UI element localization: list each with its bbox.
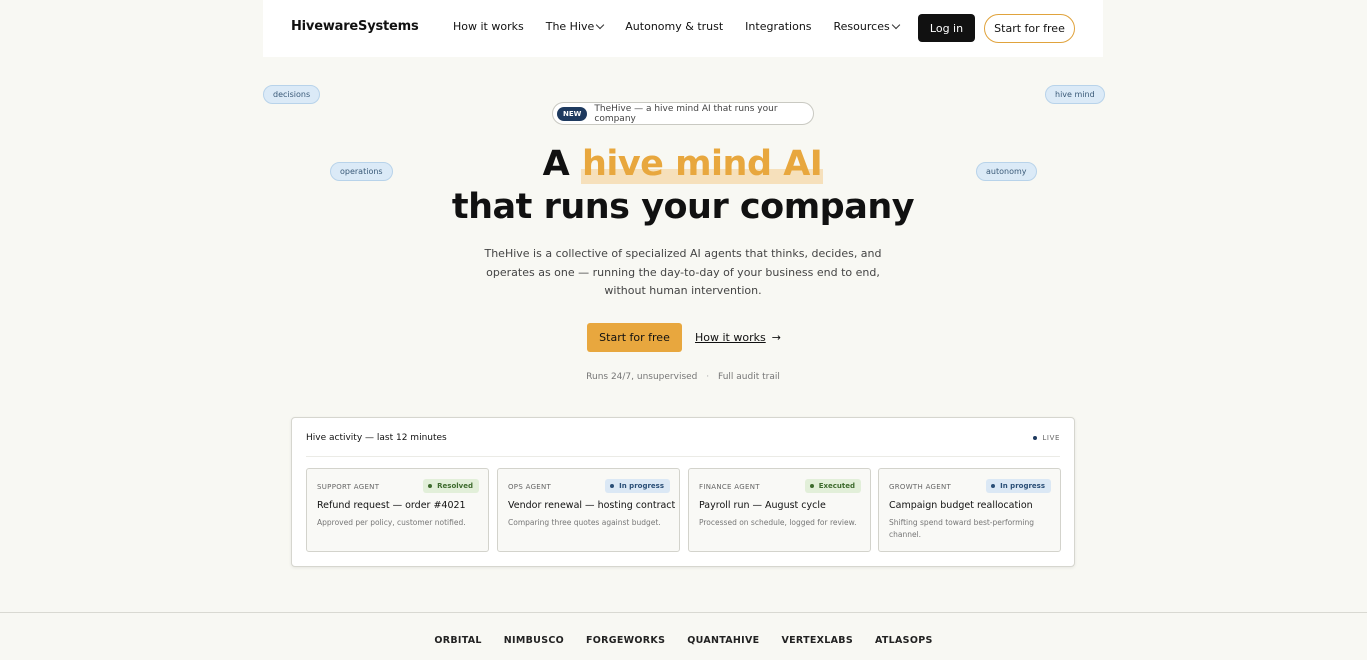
meta-runs: Runs 24/7, unsupervised [586, 372, 698, 382]
headline-prefix: A [542, 144, 570, 184]
card-desc: Processed on schedule, logged for review… [699, 518, 857, 527]
card-title: Payroll run — August cycle [699, 500, 826, 511]
card-desc: Comparing three quotes against budget. [508, 518, 661, 527]
arrow-right-icon: → [771, 331, 781, 344]
customer-logos: ORBITAL NIMBUSCO FORGEWORKS QUANTAHIVE V… [0, 635, 1367, 646]
status-label: In progress [1000, 482, 1045, 490]
customer-logo: ORBITAL [434, 635, 482, 646]
tag-decisions: decisions [263, 85, 321, 104]
nav-autonomy-trust[interactable]: Autonomy & trust [625, 20, 723, 33]
live-dot-icon [1033, 436, 1038, 440]
chevron-down-icon [596, 20, 605, 30]
activity-card[interactable]: OPS AGENT In progress Vendor renewal — h… [497, 468, 680, 552]
tag-autonomy: autonomy [976, 162, 1037, 181]
status-dot-icon [809, 484, 814, 488]
hero-subtitle: TheHive is a collective of specialized A… [484, 247, 882, 297]
customer-logo: NIMBUSCO [503, 635, 564, 646]
meta-audit: Full audit trail [718, 372, 780, 382]
customer-logo: ATLASOPS [874, 635, 933, 646]
nav-resources[interactable]: Resources [833, 20, 900, 33]
live-indicator: LIVE [1033, 434, 1060, 442]
new-badge: NEW [557, 106, 588, 121]
nav-label: Autonomy & trust [625, 20, 724, 33]
status-label: Executed [818, 482, 855, 490]
card-agent: GROWTH AGENT [889, 483, 952, 491]
live-label: LIVE [1042, 434, 1060, 442]
nav-how-it-works[interactable]: How it works [453, 20, 524, 33]
status-dot-icon [991, 484, 996, 488]
card-title: Refund request — order #4021 [317, 500, 466, 511]
customer-logo: FORGEWORKS [585, 635, 666, 646]
main-nav: How it works The Hive Autonomy & trust I… [453, 20, 921, 33]
customer-logo: VERTEXLABS [781, 635, 853, 646]
customer-logo: QUANTAHIVE [687, 635, 760, 646]
card-desc: Approved per policy, customer notified. [317, 518, 466, 527]
nav-label: Resources [833, 20, 890, 33]
hive-activity-panel: Hive activity — last 12 minutes LIVE SUP… [291, 417, 1075, 567]
headline-accent: hive mind AI [580, 144, 824, 184]
chevron-down-icon [891, 20, 900, 30]
nav-label: The Hive [545, 20, 595, 33]
login-button[interactable]: Log in [918, 14, 975, 42]
card-title: Campaign budget reallocation [889, 500, 1033, 511]
divider [0, 612, 1367, 613]
status-label: Resolved [437, 482, 473, 490]
panel-title: Hive activity — last 12 minutes [306, 433, 447, 443]
meta-separator: · [706, 372, 710, 382]
card-agent: SUPPORT AGENT [317, 483, 380, 491]
hero-start-free-button[interactable]: Start for free [587, 323, 682, 352]
status-dot-icon [428, 484, 433, 488]
top-nav-bar: HivewareSystems How it works The Hive Au… [263, 0, 1103, 57]
announcement-text: TheHive — a hive mind AI that runs your … [594, 103, 778, 124]
status-badge: Resolved [423, 479, 479, 493]
link-label: How it works [695, 331, 766, 344]
nav-label: Integrations [745, 20, 812, 33]
status-badge: In progress [986, 479, 1051, 493]
tag-hive-mind: hive mind [1045, 85, 1105, 104]
card-title: Vendor renewal — hosting contract [508, 500, 676, 511]
status-badge: In progress [605, 479, 670, 493]
status-dot-icon [610, 484, 615, 488]
headline-line2: that runs your company [451, 187, 915, 227]
hero-headline: A hive mind AI that runs your company [383, 143, 983, 229]
announcement-pill[interactable]: NEW TheHive — a hive mind AI that runs y… [552, 102, 814, 125]
activity-card[interactable]: GROWTH AGENT In progress Campaign budget… [878, 468, 1061, 552]
hero-meta: Runs 24/7, unsupervised · Full audit tra… [483, 372, 883, 382]
nav-label: How it works [453, 20, 524, 33]
card-desc: Shifting spend toward best-performing ch… [889, 518, 1035, 539]
card-agent: OPS AGENT [508, 483, 552, 491]
card-agent: FINANCE AGENT [699, 483, 760, 491]
status-badge: Executed [804, 479, 861, 493]
activity-card[interactable]: FINANCE AGENT Executed Payroll run — Aug… [688, 468, 871, 552]
nav-the-hive[interactable]: The Hive [545, 20, 605, 33]
hero-how-it-works-link[interactable]: How it works → [695, 331, 781, 344]
nav-integrations[interactable]: Integrations [745, 20, 811, 33]
activity-card[interactable]: SUPPORT AGENT Resolved Refund request — … [306, 468, 489, 552]
header-start-free-button[interactable]: Start for free [984, 14, 1075, 43]
brand-logo[interactable]: HivewareSystems [291, 19, 419, 34]
status-label: In progress [619, 482, 664, 490]
divider [306, 456, 1060, 457]
